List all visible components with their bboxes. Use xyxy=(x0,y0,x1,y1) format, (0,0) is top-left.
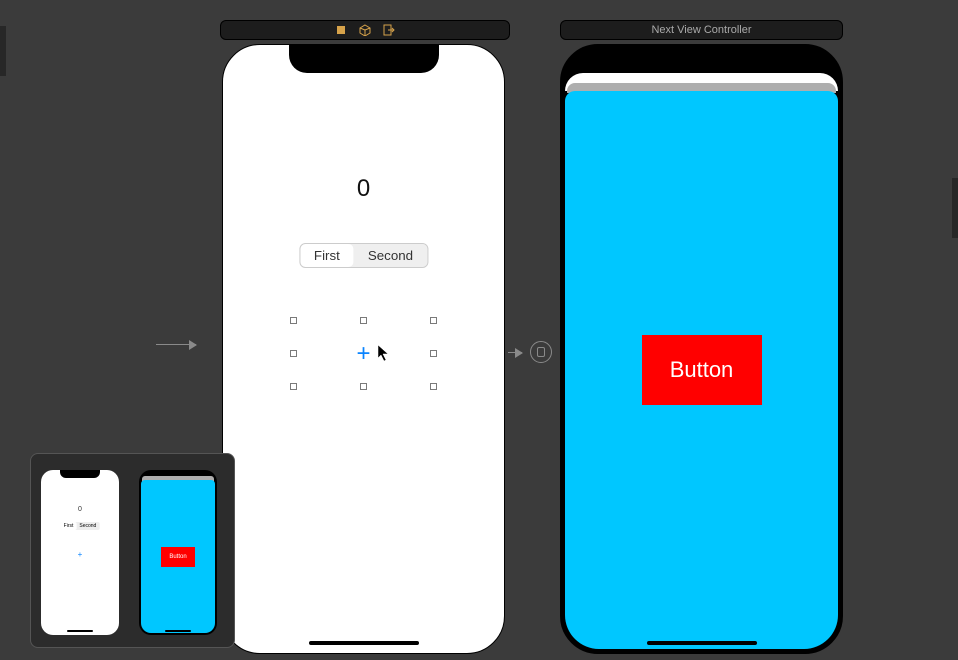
resize-handle-icon[interactable] xyxy=(290,383,297,390)
resize-handle-icon[interactable] xyxy=(360,317,367,324)
segue-present-modally-icon xyxy=(530,341,552,363)
segment-second[interactable]: Second xyxy=(354,244,427,267)
minimap-counter: 0 xyxy=(41,506,119,513)
minimap-segmented: First Second xyxy=(61,522,100,530)
home-indicator-icon xyxy=(647,641,757,645)
home-indicator-icon xyxy=(165,630,191,632)
minimap-scene-2[interactable]: Button xyxy=(139,470,217,635)
scene-title-bar-left[interactable] xyxy=(220,20,510,40)
home-indicator-icon xyxy=(309,641,419,645)
add-button[interactable]: + xyxy=(356,342,370,366)
minimap-seg2: Second xyxy=(76,522,99,530)
segmented-control[interactable]: First Second xyxy=(299,243,428,268)
resize-handle-icon[interactable] xyxy=(290,317,297,324)
notch-icon xyxy=(60,470,100,478)
storyboard-minimap[interactable]: 0 First Second + Button xyxy=(30,453,235,648)
counter-label: 0 xyxy=(223,175,504,203)
segment-first[interactable]: First xyxy=(300,244,354,267)
arrow-line-icon xyxy=(508,352,522,353)
home-indicator-icon xyxy=(67,630,93,632)
main-button[interactable]: Button xyxy=(642,335,762,405)
minimap-scene-1[interactable]: 0 First Second + xyxy=(41,470,119,635)
segue[interactable] xyxy=(508,341,552,363)
minimap-modal-sheet: Button xyxy=(141,480,215,633)
scene-title-label: Next View Controller xyxy=(651,24,751,36)
storyboard-entry-point[interactable] xyxy=(156,344,196,345)
resize-handle-icon[interactable] xyxy=(290,350,297,357)
scene-view-controller-1[interactable]: 0 First Second + xyxy=(222,44,505,654)
minimap-seg1: First xyxy=(61,522,77,530)
notch-icon xyxy=(289,45,439,73)
cube-icon xyxy=(359,24,371,36)
square-filled-icon xyxy=(335,24,347,36)
scene-title-bar-right[interactable]: Next View Controller xyxy=(560,20,843,40)
panel-edge-right xyxy=(952,178,958,238)
resize-handle-icon[interactable] xyxy=(360,383,367,390)
resize-handle-icon[interactable] xyxy=(430,383,437,390)
resize-handle-icon[interactable] xyxy=(430,350,437,357)
exit-icon xyxy=(383,24,395,36)
minimap-plus-icon: + xyxy=(78,550,83,559)
modal-sheet-view[interactable]: Button xyxy=(565,91,838,649)
minimap-button: Button xyxy=(161,547,195,567)
resize-handle-icon[interactable] xyxy=(430,317,437,324)
scene-next-view-controller[interactable]: Button xyxy=(560,44,843,654)
panel-edge-left xyxy=(0,26,6,76)
arrow-line-icon xyxy=(156,344,196,345)
